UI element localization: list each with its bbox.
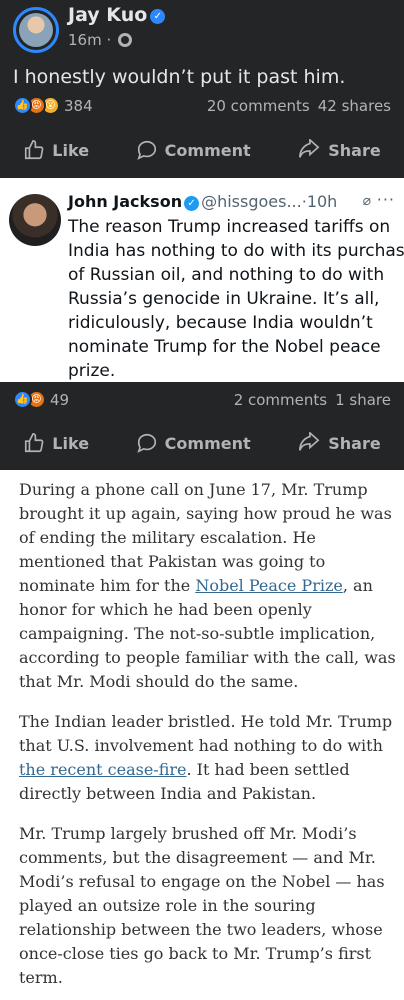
post-stats: 20 comments 42 shares bbox=[207, 97, 391, 115]
like-reaction-icon: 👍 bbox=[13, 96, 32, 115]
article-paragraph-1: During a phone call on June 17, Mr. Trum… bbox=[19, 478, 396, 694]
author-name[interactable]: Jay Kuo bbox=[68, 4, 147, 26]
article-line: nominate him for the Nobel Peace Prize, … bbox=[19, 574, 389, 598]
comment-bubble-icon bbox=[137, 433, 156, 453]
article-line: according to people familiar with the ca… bbox=[19, 648, 396, 667]
tweet-handle[interactable]: @hissgoes... bbox=[201, 192, 302, 211]
comment-button[interactable]: Comment bbox=[136, 432, 251, 454]
tweet-author-name[interactable]: John Jackson bbox=[68, 192, 182, 211]
comment-label: Comment bbox=[164, 140, 251, 160]
reaction-summary[interactable]: 👍 😡 😮 384 bbox=[13, 96, 93, 115]
embedded-tweet[interactable]: John Jackson ✓ @hissgoes...·10h ⌀ ··· The … bbox=[0, 178, 404, 382]
article-line: honor for which he had been openly bbox=[19, 600, 312, 619]
like-reaction-icon: 👍 bbox=[13, 390, 32, 409]
reaction-summary[interactable]: 👍 😡 49 bbox=[13, 390, 69, 409]
facebook-post: Jay Kuo ✓ 16m · I honestly wouldn’t put i… bbox=[0, 0, 404, 178]
share-label: Share bbox=[328, 140, 381, 160]
article-line: once-close ties go back to Mr. Trump’s f… bbox=[19, 944, 372, 963]
comment-bubble-icon bbox=[137, 140, 156, 160]
post-time[interactable]: 16m bbox=[68, 31, 102, 49]
reaction-count: 384 bbox=[64, 96, 93, 115]
author-name-row: Jay Kuo ✓ bbox=[68, 4, 166, 26]
article-line: campaigning. The not-so-subtle implicati… bbox=[19, 624, 376, 643]
tweet-line: nominate Trump for the Nobel peace bbox=[68, 337, 381, 357]
globe-icon bbox=[118, 33, 133, 47]
tweet-author-avatar[interactable] bbox=[9, 194, 61, 246]
article-line: directly between India and Pakistan. bbox=[19, 784, 317, 803]
article-paragraph-2: The Indian leader bristled. He told Mr. … bbox=[19, 710, 393, 806]
share-arrow-icon bbox=[299, 139, 320, 158]
author-avatar[interactable] bbox=[13, 7, 59, 53]
article-line: mentioned that Pakistan was going to bbox=[19, 552, 326, 571]
article-line: the recent cease-fire. It had been settl… bbox=[19, 758, 389, 782]
post-meta: 16m · bbox=[68, 31, 133, 49]
article-line: Mr. Trump largely brushed off Mr. Modi’s bbox=[19, 824, 357, 843]
article-line: of ending the military escalation. He bbox=[19, 528, 316, 547]
like-button[interactable]: Like bbox=[23, 432, 89, 454]
comments-count[interactable]: 2 comments bbox=[234, 391, 327, 409]
share-label: Share bbox=[328, 433, 381, 453]
tweet-header: John Jackson ✓ @hissgoes...·10h bbox=[68, 192, 337, 211]
article-line: that U.S. involvement had nothing to do … bbox=[19, 736, 383, 755]
grok-icon[interactable]: ⌀ bbox=[363, 193, 371, 209]
share-arrow-icon bbox=[299, 432, 320, 451]
tweet-line: Russia’s genocide in Ukraine. It’s all, bbox=[68, 289, 380, 309]
tweet-time[interactable]: 10h bbox=[307, 192, 338, 211]
verified-badge-icon: ✓ bbox=[184, 196, 200, 211]
article-line: During a phone call on June 17, Mr. Trum… bbox=[19, 480, 368, 499]
meta-dot: · bbox=[106, 31, 112, 49]
article-text: . It had been settled bbox=[186, 760, 350, 779]
article-text: , an bbox=[342, 576, 373, 595]
article-line: brought it up again, saying how proud he… bbox=[19, 504, 392, 523]
share-button[interactable]: Share bbox=[297, 139, 381, 161]
tweet-line: prize. bbox=[68, 361, 116, 381]
tweet-text: The reason Trump increased tariffs on In… bbox=[68, 215, 404, 383]
like-button[interactable]: Like bbox=[23, 139, 89, 161]
thumbs-up-icon bbox=[25, 140, 44, 160]
post-text: I honestly wouldn’t put it past him. bbox=[13, 66, 346, 88]
cease-fire-link[interactable]: the recent cease-fire bbox=[19, 760, 187, 779]
thumbs-up-icon bbox=[25, 433, 44, 453]
tweet-line: The reason Trump increased tariffs on bbox=[68, 217, 391, 237]
article-line: that Mr. Modi should do the same. bbox=[19, 672, 299, 691]
tweet-line: India has nothing to do with its purchas… bbox=[68, 241, 404, 261]
action-bar: Like Comment Share bbox=[0, 130, 404, 170]
article-text: nominate him for the bbox=[19, 576, 196, 595]
tweet-line: ridiculously, because India wouldn’t bbox=[68, 313, 373, 333]
article-line: Modi’s refusal to engage on the Nobel — … bbox=[19, 872, 385, 891]
post-stats: 2 comments 1 share bbox=[234, 391, 391, 409]
shares-count[interactable]: 42 shares bbox=[318, 97, 391, 115]
like-label: Like bbox=[52, 433, 90, 453]
share-button[interactable]: Share bbox=[297, 432, 381, 454]
tweet-line: of Russian oil, and nothing to do with bbox=[68, 265, 385, 285]
action-bar: Like Comment Share bbox=[0, 423, 404, 463]
verified-badge-icon: ✓ bbox=[150, 9, 166, 24]
article-line: played an outsize role in the souring bbox=[19, 896, 316, 915]
more-icon[interactable]: ··· bbox=[377, 190, 395, 209]
comment-button[interactable]: Comment bbox=[136, 139, 251, 161]
avatar-image bbox=[19, 13, 53, 47]
article-excerpt: During a phone call on June 17, Mr. Trum… bbox=[0, 470, 404, 1000]
article-line: comments, but the disagreement — and Mr. bbox=[19, 848, 376, 867]
facebook-post-2: 👍 😡 49 2 comments 1 share Like Comment Sh… bbox=[0, 382, 404, 470]
shares-count[interactable]: 1 share bbox=[335, 391, 391, 409]
article-line: relationship between the two leaders, wh… bbox=[19, 920, 383, 939]
article-line: The Indian leader bristled. He told Mr. … bbox=[19, 712, 393, 731]
comments-count[interactable]: 20 comments bbox=[207, 97, 310, 115]
article-line: term. bbox=[19, 968, 63, 987]
like-label: Like bbox=[52, 140, 90, 160]
reaction-count: 49 bbox=[50, 390, 70, 409]
nobel-peace-prize-link[interactable]: Nobel Peace Prize bbox=[195, 576, 343, 595]
article-paragraph-3: Mr. Trump largely brushed off Mr. Modi’s… bbox=[19, 822, 389, 990]
comment-label: Comment bbox=[164, 433, 251, 453]
